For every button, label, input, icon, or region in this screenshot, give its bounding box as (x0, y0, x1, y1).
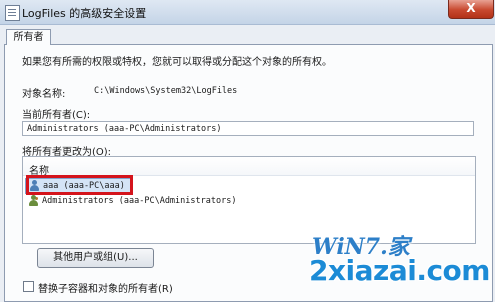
owner-name: aaa (aaa-PC\aaa) (43, 181, 125, 191)
object-name-label: 对象名称: (22, 89, 66, 100)
column-name-header: 名称 (29, 166, 49, 177)
user-icon (29, 180, 40, 191)
intro-text: 如果您有所需的权限或特权，您就可以取得或分配这个对象的所有权。 (22, 57, 332, 68)
group-icon (28, 195, 39, 206)
current-owner-field: Administrators (aaa-PC\Administrators) (22, 121, 474, 136)
list-header[interactable]: 名称 (23, 157, 475, 177)
owner-name: Administrators (aaa-PC\Administrators) (42, 196, 237, 206)
window-title: LogFiles 的高级安全设置 (22, 7, 147, 20)
title-bar: LogFiles 的高级安全设置 X (0, 0, 495, 25)
other-users-button[interactable]: 其他用户或组(U)... (37, 248, 154, 268)
current-owner-label: 当前所有者(C): (22, 110, 91, 121)
replace-owner-label: 替换子容器和对象的所有者(R) (38, 284, 173, 295)
window-icon (5, 5, 20, 21)
object-name-value: C:\Windows\System32\LogFiles (94, 86, 238, 96)
tab-owner[interactable]: 所有者 (6, 29, 51, 45)
watermark-site: 2xiazai.com (309, 254, 490, 287)
close-button[interactable]: X (448, 0, 494, 19)
replace-owner-checkbox[interactable] (23, 281, 34, 292)
list-item[interactable]: aaa (aaa-PC\aaa) (25, 178, 131, 194)
list-item[interactable]: Administrators (aaa-PC\Administrators) (25, 194, 236, 208)
